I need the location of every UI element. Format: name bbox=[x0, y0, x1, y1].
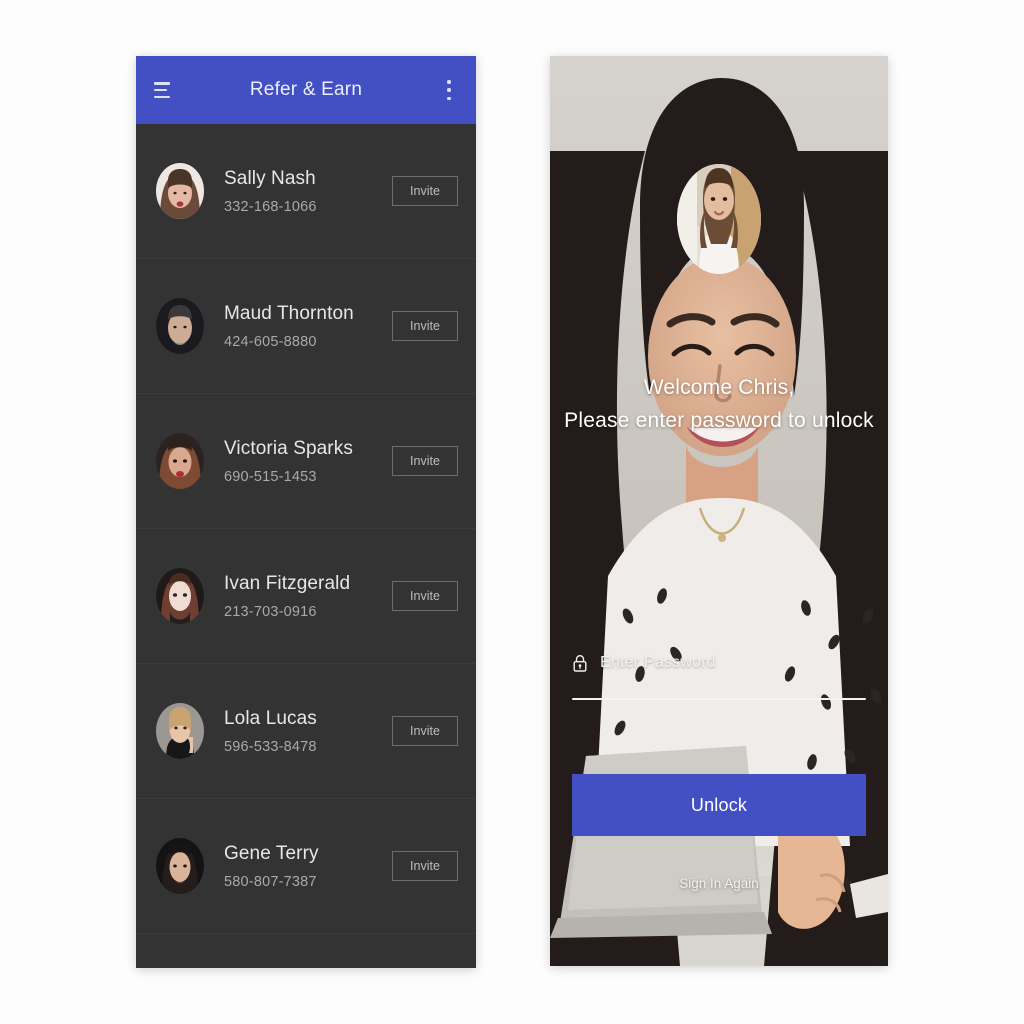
contact-phone: 424-605-8880 bbox=[224, 333, 317, 350]
avatar bbox=[156, 298, 204, 354]
unlock-screen: Welcome Chris, Please enter password to … bbox=[550, 56, 888, 966]
contact-name: Sally Nash bbox=[224, 168, 316, 190]
contact-list: Sally Nash 332-168-1066 Invite Maud Thor… bbox=[136, 124, 476, 934]
contact-info: Lola Lucas 596-533-8478 bbox=[224, 707, 392, 755]
page-title: Refer & Earn bbox=[249, 79, 363, 100]
hamburger-line bbox=[154, 88, 167, 92]
table-row[interactable]: Sally Nash 332-168-1066 Invite bbox=[136, 124, 476, 259]
password-field[interactable]: Enter Password bbox=[572, 654, 866, 700]
lock-icon bbox=[572, 654, 588, 672]
password-row: Enter Password bbox=[572, 654, 866, 672]
kebab-dot bbox=[447, 80, 451, 84]
table-row[interactable]: Maud Thornton 424-605-8880 Invite bbox=[136, 259, 476, 394]
contact-name: Gene Terry bbox=[224, 843, 319, 865]
invite-button[interactable]: Invite bbox=[392, 716, 458, 746]
screen-canvas: Refer & Earn Sally Nash 332-168-1066 Inv… bbox=[0, 0, 1024, 1024]
contact-phone: 596-533-8478 bbox=[224, 738, 317, 755]
invite-button[interactable]: Invite bbox=[392, 311, 458, 341]
kebab-dot bbox=[447, 96, 451, 100]
avatar bbox=[156, 703, 204, 759]
contact-info: Ivan Fitzgerald 213-703-0916 bbox=[224, 572, 392, 620]
password-input[interactable]: Enter Password bbox=[600, 654, 716, 672]
contact-name: Lola Lucas bbox=[224, 708, 317, 730]
table-row[interactable]: Ivan Fitzgerald 213-703-0916 Invite bbox=[136, 529, 476, 664]
contact-info: Sally Nash 332-168-1066 bbox=[224, 167, 392, 215]
welcome-line-1: Welcome Chris, bbox=[643, 376, 795, 399]
kebab-dot bbox=[447, 88, 451, 92]
contact-info: Maud Thornton 424-605-8880 bbox=[224, 302, 392, 350]
avatar bbox=[156, 838, 204, 894]
contact-phone: 580-807-7387 bbox=[224, 873, 317, 890]
invite-button[interactable]: Invite bbox=[392, 176, 458, 206]
contact-name: Ivan Fitzgerald bbox=[224, 573, 351, 595]
contact-info: Gene Terry 580-807-7387 bbox=[224, 842, 392, 890]
hamburger-icon[interactable] bbox=[154, 82, 174, 98]
avatar bbox=[156, 163, 204, 219]
unlock-button[interactable]: Unlock bbox=[572, 774, 866, 836]
welcome-line-2: Please enter password to unlock bbox=[564, 408, 874, 432]
contact-info: Victoria Sparks 690-515-1453 bbox=[224, 437, 392, 485]
welcome-message: Welcome Chris, Please enter password to … bbox=[550, 372, 888, 437]
contact-name: Maud Thornton bbox=[224, 303, 354, 325]
contact-phone: 332-168-1066 bbox=[224, 198, 317, 215]
contact-phone: 213-703-0916 bbox=[224, 603, 317, 620]
hamburger-line bbox=[154, 95, 170, 98]
table-row[interactable]: Lola Lucas 596-533-8478 Invite bbox=[136, 664, 476, 799]
avatar bbox=[156, 433, 204, 489]
invite-button[interactable]: Invite bbox=[392, 446, 458, 476]
invite-button[interactable]: Invite bbox=[392, 581, 458, 611]
password-underline bbox=[572, 698, 866, 700]
table-row[interactable]: Victoria Sparks 690-515-1453 Invite bbox=[136, 394, 476, 529]
app-bar: Refer & Earn bbox=[136, 56, 476, 124]
contact-phone: 690-515-1453 bbox=[224, 468, 317, 485]
avatar bbox=[156, 568, 204, 624]
table-row[interactable]: Gene Terry 580-807-7387 Invite bbox=[136, 799, 476, 934]
contact-name: Victoria Sparks bbox=[224, 438, 353, 460]
hamburger-line bbox=[154, 82, 170, 85]
invite-button[interactable]: Invite bbox=[392, 851, 458, 881]
user-avatar bbox=[677, 164, 761, 274]
kebab-menu-icon[interactable] bbox=[440, 80, 458, 100]
refer-and-earn-screen: Refer & Earn Sally Nash 332-168-1066 Inv… bbox=[136, 56, 476, 968]
sign-in-again-link[interactable]: Sign In Again bbox=[550, 876, 888, 891]
